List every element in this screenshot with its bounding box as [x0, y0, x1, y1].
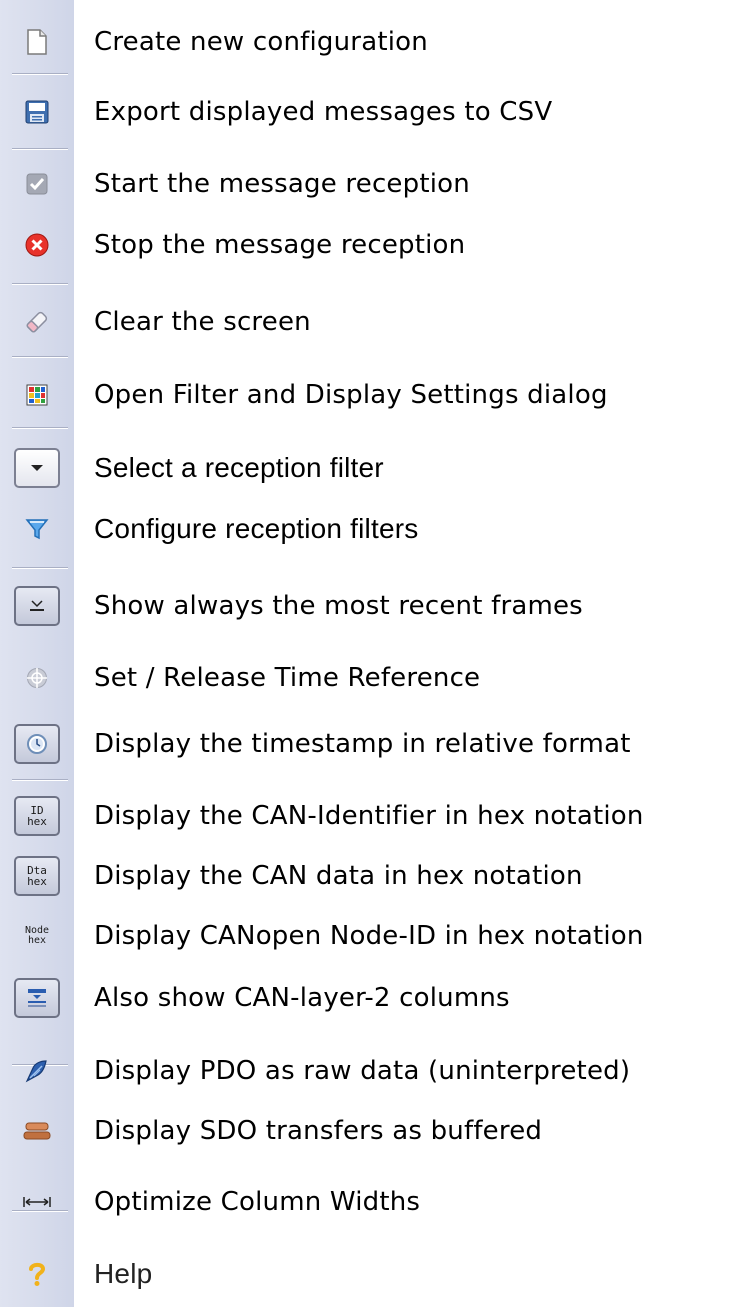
menu-item-label: Display the timestamp in relative format [94, 729, 631, 759]
columns-icon [14, 978, 60, 1018]
export-csv-icon [25, 100, 49, 124]
separator [12, 779, 68, 781]
menu-item-stop-reception[interactable]: Stop the message reception [0, 217, 735, 273]
menu-item-label: Also show CAN-layer-2 columns [94, 983, 510, 1013]
menu-item-time-reference[interactable]: Set / Release Time Reference [0, 650, 735, 706]
start-checkbox-icon [26, 173, 48, 195]
filter-settings-icon [26, 384, 48, 406]
menu-item-label: Optimize Column Widths [94, 1187, 421, 1217]
separator [12, 356, 68, 358]
icon-text: hex [27, 815, 47, 828]
column-width-icon [23, 1197, 51, 1207]
menu-item-start-reception[interactable]: Start the message reception [0, 156, 735, 212]
stop-icon [25, 233, 49, 257]
menu-item-data-hex[interactable]: Dta hex Display the CAN data in hex nota… [0, 848, 735, 904]
menu-item-label: Export displayed messages to CSV [94, 97, 553, 127]
menu-item-filter-settings[interactable]: Open Filter and Display Settings dialog [0, 367, 735, 423]
pdo-raw-icon [25, 1060, 47, 1083]
node-hex-icon: Node hex [25, 926, 49, 946]
menu-item-optimize-widths[interactable]: Optimize Column Widths [0, 1174, 735, 1230]
time-reference-icon [27, 668, 47, 688]
menu-item-label: Set / Release Time Reference [94, 663, 481, 693]
dropdown-icon[interactable] [14, 448, 60, 488]
separator [12, 73, 68, 75]
separator [12, 567, 68, 569]
menu-item-label: Display the CAN-Identifier in hex notati… [94, 801, 644, 831]
eraser-icon [26, 311, 48, 333]
separator [12, 427, 68, 429]
menu-item-layer2-columns[interactable]: Also show CAN-layer-2 columns [0, 970, 735, 1026]
menu-item-label: Configure reception filters [94, 513, 419, 544]
menu-item-help[interactable]: Help [0, 1246, 735, 1302]
menu-item-create-config[interactable]: Create new configuration [0, 14, 735, 70]
menu-item-pdo-raw[interactable]: Display PDO as raw data (uninterpreted) [0, 1043, 735, 1099]
menu-item-label: Show always the most recent frames [94, 591, 583, 621]
separator [12, 283, 68, 285]
menu-item-label: Clear the screen [94, 307, 311, 337]
sdo-buffer-icon [23, 1122, 51, 1140]
data-hex-icon: Dta hex [14, 856, 60, 896]
menu-item-clear-screen[interactable]: Clear the screen [0, 294, 735, 350]
menu-item-label: Help [94, 1258, 153, 1289]
menu-item-label: Display CANopen Node-ID in hex notation [94, 921, 644, 951]
menu-item-label: Stop the message reception [94, 230, 466, 260]
menu-item-export-csv[interactable]: Export displayed messages to CSV [0, 84, 735, 140]
menu-item-label: Display PDO as raw data (uninterpreted) [94, 1056, 631, 1086]
menu-item-label: Start the message reception [94, 169, 470, 199]
scroll-bottom-icon [14, 586, 60, 626]
menu-item-label: Display the CAN data in hex notation [94, 861, 583, 891]
clock-icon [14, 724, 60, 764]
menu-item-auto-scroll[interactable]: Show always the most recent frames [0, 578, 735, 634]
menu-item-select-filter[interactable]: Select a reception filter [0, 440, 735, 496]
menu-item-label: Create new configuration [94, 27, 428, 57]
menu-item-id-hex[interactable]: ID hex Display the CAN-Identifier in hex… [0, 788, 735, 844]
menu-item-node-hex[interactable]: Node hex Display CANopen Node-ID in hex … [0, 908, 735, 964]
help-icon [29, 1262, 46, 1286]
separator [12, 148, 68, 150]
menu-item-label: Open Filter and Display Settings dialog [94, 380, 608, 410]
menu-item-relative-timestamp[interactable]: Display the timestamp in relative format [0, 716, 735, 772]
menu-item-configure-filters[interactable]: Configure reception filters [0, 501, 735, 557]
icon-text: hex [27, 935, 47, 946]
menu-item-sdo-buffered[interactable]: Display SDO transfers as buffered [0, 1103, 735, 1159]
menu-item-label: Display SDO transfers as buffered [94, 1116, 543, 1146]
funnel-icon [25, 519, 49, 540]
id-hex-icon: ID hex [14, 796, 60, 836]
icon-text: hex [27, 875, 47, 888]
new-file-icon [27, 29, 47, 55]
menu-item-label: Select a reception filter [94, 452, 384, 483]
